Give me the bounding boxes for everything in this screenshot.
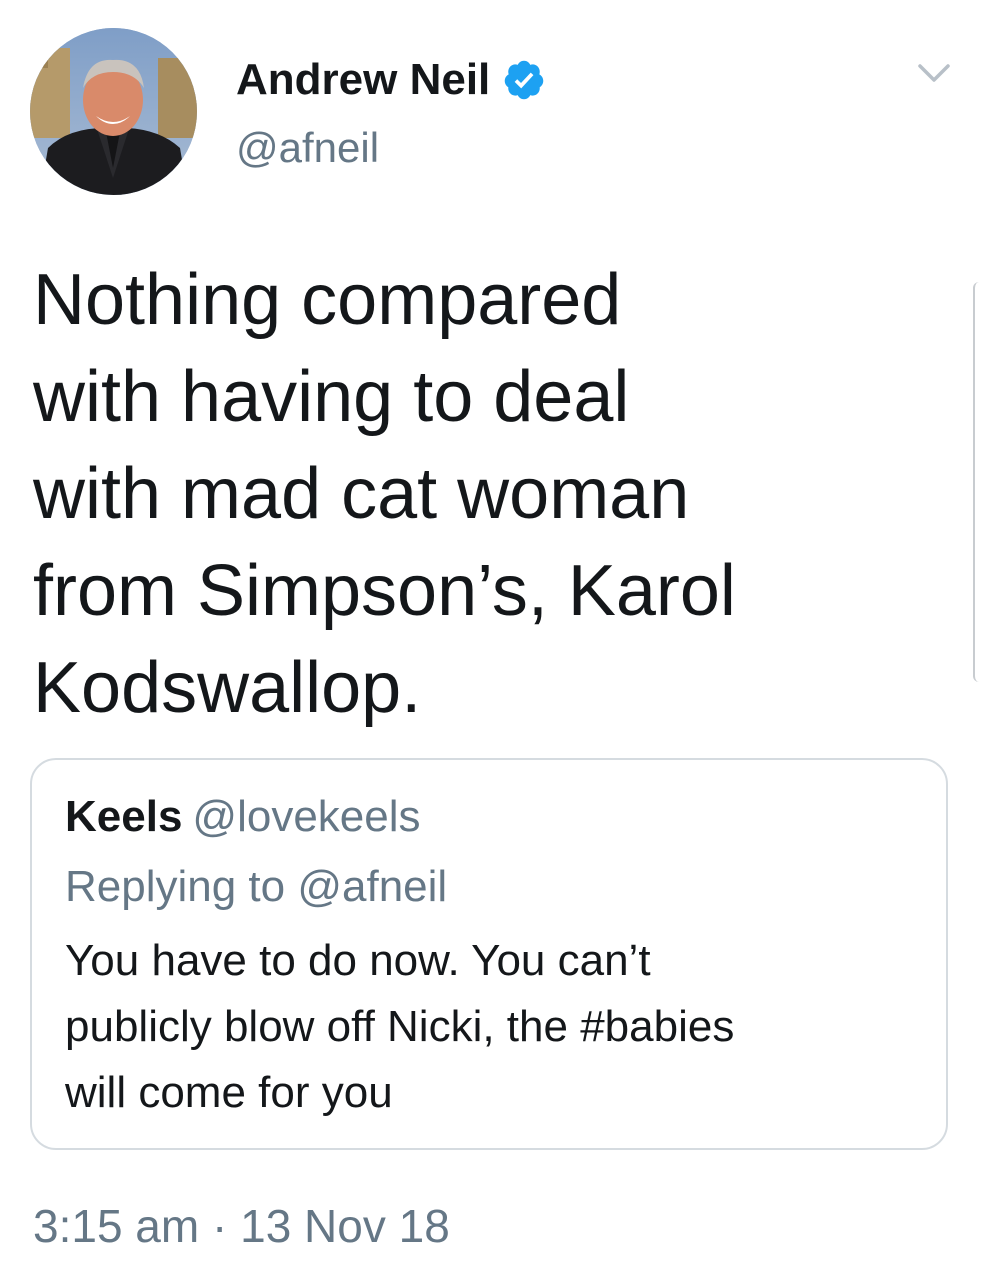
- tweet-timestamp[interactable]: 3:15 am · 13 Nov 18: [33, 1198, 450, 1254]
- author-display-name-row[interactable]: Andrew Neil: [236, 52, 546, 108]
- avatar[interactable]: [30, 28, 197, 195]
- quoted-tweet-handle: @lovekeels: [192, 792, 421, 841]
- avatar-photo: [30, 28, 197, 195]
- chevron-down-icon[interactable]: [914, 58, 954, 88]
- tweet-time: 3:15 am: [33, 1200, 200, 1252]
- replying-to-label: Replying to @afneil: [65, 862, 448, 911]
- quoted-tweet-header: Keels @lovekeels: [65, 790, 421, 844]
- author-handle[interactable]: @afneil: [236, 122, 379, 174]
- timestamp-separator: ·: [212, 1200, 228, 1252]
- quoted-tweet-text: You have to do now. You can’t publicly b…: [65, 936, 735, 1117]
- tweet-text: Nothing compared with having to deal wit…: [33, 260, 736, 728]
- tweet-date: 13 Nov 18: [240, 1200, 450, 1252]
- verified-badge-icon: [502, 58, 546, 102]
- scrollbar[interactable]: [973, 282, 981, 682]
- quoted-tweet-card[interactable]: Keels @lovekeels Replying to @afneil You …: [30, 758, 948, 1150]
- author-display-name[interactable]: Andrew Neil: [236, 52, 490, 108]
- quoted-tweet-display-name: Keels: [65, 792, 183, 841]
